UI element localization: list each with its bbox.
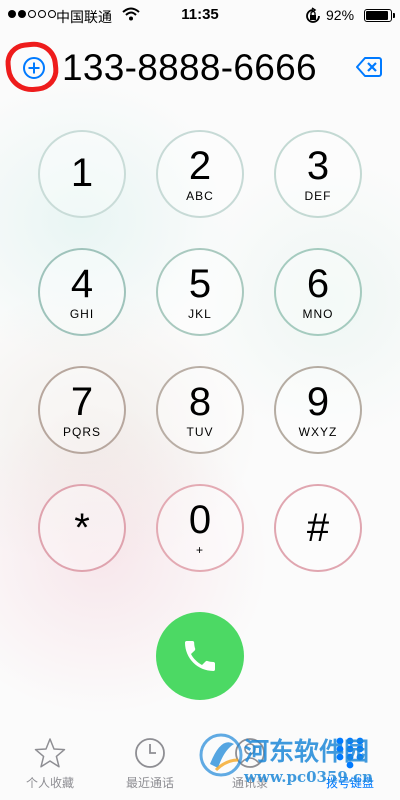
key-hash[interactable]: # [274, 484, 362, 572]
key-8[interactable]: 8 TUV [156, 366, 244, 454]
key-letters: DEF [304, 188, 332, 203]
key-digit: 6 [306, 261, 330, 306]
key-6[interactable]: 6 MNO [274, 248, 362, 336]
key-digit: 1 [70, 150, 94, 195]
clock-icon [135, 738, 165, 768]
phone-icon [185, 641, 215, 671]
key-4[interactable]: 4 GHI [38, 248, 126, 336]
key-letters: + [195, 542, 204, 557]
key-3[interactable]: 3 DEF [274, 130, 362, 218]
watermark-title: 河东软件园 [244, 737, 370, 766]
key-digit: 7 [70, 379, 94, 424]
key-digit: * [74, 506, 90, 550]
key-letters: WXYZ [298, 424, 338, 439]
watermark-url: www.pc0359.cn [244, 768, 374, 786]
key-star[interactable]: * [38, 484, 126, 572]
key-2[interactable]: 2 ABC [156, 130, 244, 218]
tab-recents[interactable]: 最近通话 [110, 736, 190, 791]
key-letters: GHI [69, 306, 95, 321]
key-digit: # [306, 506, 330, 550]
key-digit: 0 [188, 497, 212, 542]
key-5[interactable]: 5 JKL [156, 248, 244, 336]
key-7[interactable]: 7 PQRS [38, 366, 126, 454]
key-digit: 8 [188, 379, 212, 424]
key-letters: ABC [186, 188, 214, 203]
key-digit: 4 [70, 261, 94, 306]
key-letters: PQRS [62, 424, 101, 439]
key-letters: MNO [302, 306, 334, 321]
tab-favorites[interactable]: 个人收藏 [10, 736, 90, 791]
key-9[interactable]: 9 WXYZ [274, 366, 362, 454]
key-0[interactable]: 0 + [156, 484, 244, 572]
key-digit: 5 [188, 261, 212, 306]
call-button[interactable] [156, 612, 244, 700]
watermark-logo [199, 733, 243, 777]
tab-label: 个人收藏 [25, 776, 74, 790]
tab-label: 最近通话 [125, 776, 174, 790]
key-letters: TUV [186, 424, 214, 439]
key-1[interactable]: 1 [38, 130, 126, 218]
key-digit: 3 [306, 143, 330, 188]
watermark: 河东软件园 www.pc0359.cn [196, 728, 396, 796]
key-digit: 2 [188, 143, 212, 188]
key-digit: 9 [306, 379, 330, 424]
key-letters: JKL [188, 306, 212, 321]
star-icon [34, 738, 66, 768]
